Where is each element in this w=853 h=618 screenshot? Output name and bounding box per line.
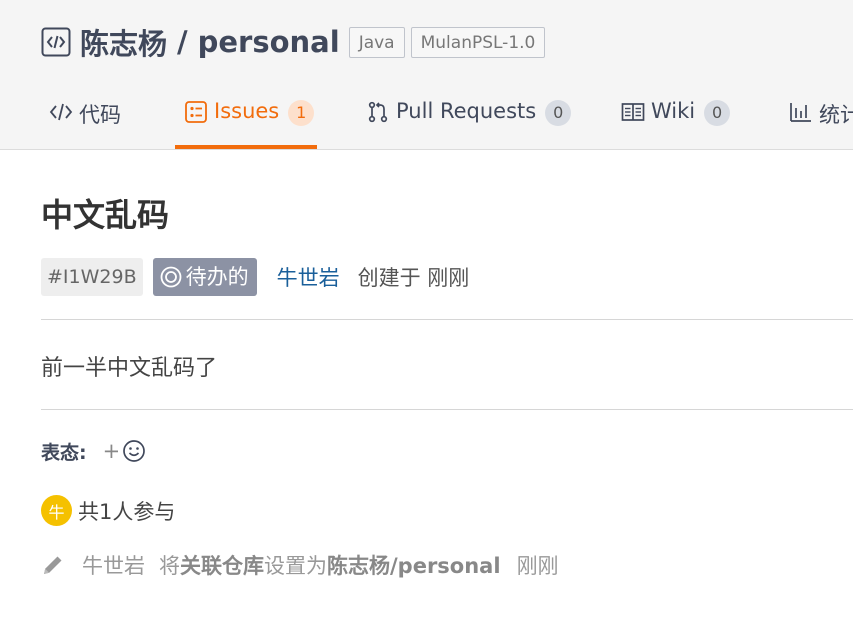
repo-name-link[interactable]: personal xyxy=(198,25,340,59)
repo-separator: / xyxy=(177,25,188,59)
pull-requests-count-badge: 0 xyxy=(545,100,572,126)
tab-issues[interactable]: Issues 1 xyxy=(175,90,317,149)
activity-value[interactable]: 陈志杨/personal xyxy=(327,550,501,580)
issue-meta: #I1W29B 待办的 牛世岩 创建于 刚刚 xyxy=(41,258,469,296)
status-label: 待办的 xyxy=(185,265,249,289)
tab-code-label: 代码 xyxy=(79,103,121,127)
participants: 牛 共1人参与 xyxy=(41,495,175,526)
created-time: 创建于 刚刚 xyxy=(357,266,470,290)
tab-statistics[interactable]: 统计 xyxy=(789,90,853,149)
repo-owner-link[interactable]: 陈志杨 xyxy=(80,21,167,63)
activity-field: 关联仓库 xyxy=(180,554,264,578)
tab-statistics-label: 统计 xyxy=(819,103,853,127)
avatar[interactable]: 牛 xyxy=(41,495,72,526)
tab-pull-requests[interactable]: Pull Requests 0 xyxy=(366,90,572,149)
repo-header: 陈志杨 / personal Java MulanPSL-1.0 代码 Issu… xyxy=(0,0,853,150)
repo-title: 陈志杨 / personal Java MulanPSL-1.0 xyxy=(41,21,546,63)
divider xyxy=(41,319,853,320)
reactions-bar: 表态: + xyxy=(41,436,146,466)
repo-code-icon xyxy=(41,27,71,57)
tab-code[interactable]: 代码 xyxy=(49,90,121,149)
tab-wiki[interactable]: Wiki 0 xyxy=(621,90,731,149)
issue-body: 前一半中文乱码了 xyxy=(41,356,218,381)
activity-time: 刚刚 xyxy=(516,554,559,578)
language-tag[interactable]: Java xyxy=(348,26,405,58)
participants-count: 共1人参与 xyxy=(78,499,176,524)
issue-title: 中文乱码 xyxy=(41,196,170,234)
status-badge[interactable]: 待办的 xyxy=(152,258,257,296)
issues-icon xyxy=(184,100,208,124)
tab-issues-label: Issues xyxy=(214,99,280,123)
activity-item: 牛世岩 将 关联仓库 设置为 陈志杨/personal 刚刚 xyxy=(41,549,559,581)
pencil-icon xyxy=(41,553,65,577)
license-tag[interactable]: MulanPSL-1.0 xyxy=(410,26,546,58)
tab-pull-requests-label: Pull Requests xyxy=(396,99,537,123)
activity-user[interactable]: 牛世岩 xyxy=(82,550,145,580)
add-reaction-plus[interactable]: + xyxy=(103,439,121,463)
divider xyxy=(41,409,853,410)
pull-request-icon xyxy=(366,100,390,124)
activity-verb: 将 xyxy=(159,554,180,578)
book-icon xyxy=(621,100,645,124)
tab-wiki-label: Wiki xyxy=(651,99,696,123)
author-link[interactable]: 牛世岩 xyxy=(277,262,340,292)
wiki-count-badge: 0 xyxy=(704,100,731,126)
status-circle-icon xyxy=(159,265,183,289)
repo-tabs: 代码 Issues 1 Pull Requests 0 Wiki 0 统计 xyxy=(0,90,853,149)
issues-count-badge: 1 xyxy=(288,100,315,126)
smile-icon[interactable] xyxy=(122,439,146,463)
issue-ident-badge[interactable]: #I1W29B xyxy=(41,258,143,296)
code-icon xyxy=(49,100,73,124)
bar-chart-icon xyxy=(789,100,813,124)
activity-set-to: 设置为 xyxy=(264,554,327,578)
reactions-label: 表态: xyxy=(41,441,87,464)
